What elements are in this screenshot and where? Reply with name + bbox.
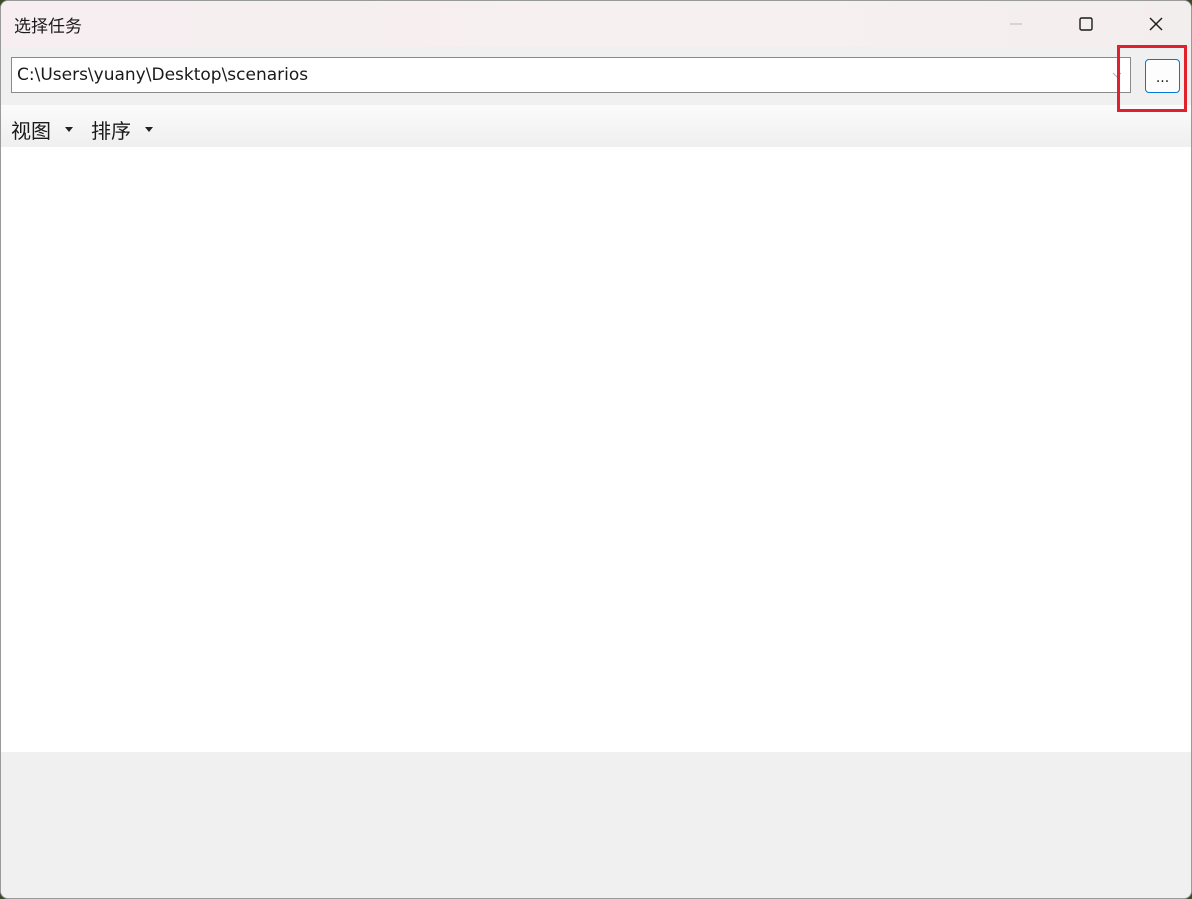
maximize-icon [1079, 17, 1093, 31]
sort-label: 排序 [91, 119, 131, 143]
window-title: 选择任务 [14, 17, 82, 37]
chevron-down-icon[interactable] [1110, 68, 1124, 82]
choose-task-window: 选择任务 C:\Users\yuany\Desktop\scenarios ..… [0, 0, 1192, 899]
path-combobox[interactable]: C:\Users\yuany\Desktop\scenarios [11, 57, 1131, 93]
title-bar: 选择任务 [1, 1, 1191, 47]
bottom-panel [1, 752, 1191, 898]
caret-down-icon [65, 127, 73, 132]
close-button[interactable] [1121, 1, 1191, 47]
toolbar: 视图 排序 [1, 105, 1191, 147]
minimize-icon [1010, 23, 1022, 25]
view-menu-button[interactable]: 视图 [11, 115, 73, 144]
sort-menu-button[interactable]: 排序 [91, 115, 153, 144]
close-icon [1149, 17, 1163, 31]
minimize-button[interactable] [981, 1, 1051, 47]
path-text[interactable]: C:\Users\yuany\Desktop\scenarios [17, 65, 308, 85]
caret-down-icon [145, 127, 153, 132]
browse-button[interactable]: ... [1145, 59, 1180, 93]
task-list-area[interactable] [1, 147, 1191, 752]
address-bar: C:\Users\yuany\Desktop\scenarios ... [1, 47, 1191, 105]
view-label: 视图 [11, 119, 51, 143]
maximize-button[interactable] [1051, 1, 1121, 47]
